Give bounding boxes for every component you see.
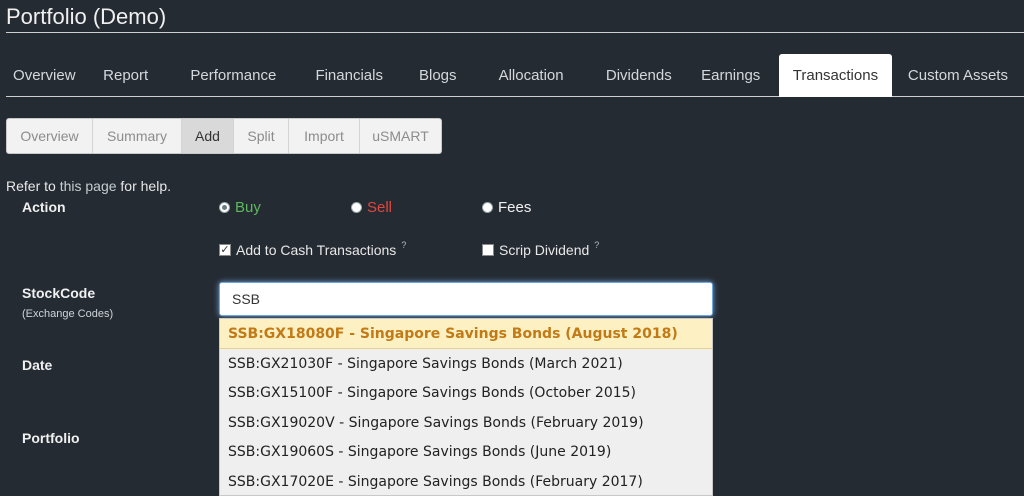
subtab-split[interactable]: Split xyxy=(234,119,289,153)
action-label: Action xyxy=(22,199,66,215)
date-label: Date xyxy=(22,357,53,373)
tab-dividends[interactable]: Dividends xyxy=(587,54,690,96)
scrip-dividend-hint-icon[interactable]: ? xyxy=(594,240,599,250)
tab-performance[interactable]: Performance xyxy=(169,54,298,96)
stockcode-label: StockCode xyxy=(22,285,96,301)
subtab-add[interactable]: Add xyxy=(182,119,234,153)
suggestion-item[interactable]: SSB:GX15100F - Singapore Savings Bonds (… xyxy=(220,379,712,408)
subtab-summary[interactable]: Summary xyxy=(93,119,182,153)
sell-label: Sell xyxy=(367,199,393,216)
scrip-dividend-label: Scrip Dividend xyxy=(499,242,590,258)
tab-transactions[interactable]: Transactions xyxy=(778,54,892,97)
add-to-cash-hint-icon[interactable]: ? xyxy=(401,240,406,250)
scrip-dividend-option[interactable]: Scrip Dividend ? xyxy=(482,240,599,258)
suggestion-item[interactable]: SSB:GX18080F - Singapore Savings Bonds (… xyxy=(220,319,712,350)
tab-earnings[interactable]: Earnings xyxy=(691,54,771,96)
tab-custom-assets[interactable]: Custom Assets xyxy=(892,54,1024,96)
stockcode-suggestions: SSB:GX18080F - Singapore Savings Bonds (… xyxy=(219,318,713,496)
help-prefix: Refer to xyxy=(6,178,60,194)
suggestion-item[interactable]: SSB:GX17020E - Singapore Savings Bonds (… xyxy=(220,467,712,495)
tab-blogs[interactable]: Blogs xyxy=(400,54,475,96)
tab-report[interactable]: Report xyxy=(83,54,169,96)
stockcode-input[interactable] xyxy=(219,282,713,316)
exchange-codes-close: ) xyxy=(109,308,114,320)
exchange-codes-link[interactable]: Exchange Codes xyxy=(26,308,110,320)
fees-label: Fees xyxy=(498,199,532,216)
scrip-dividend-checkbox[interactable] xyxy=(482,244,494,256)
title-divider xyxy=(6,32,1024,33)
suggestion-item[interactable]: SSB:GX21030F - Singapore Savings Bonds (… xyxy=(220,349,712,378)
help-link[interactable]: this page xyxy=(60,178,117,194)
exchange-codes-note: (Exchange Codes) xyxy=(22,308,113,320)
buy-radio-option[interactable]: Buy xyxy=(219,199,261,216)
add-to-cash-option[interactable]: ✓ Add to Cash Transactions ? xyxy=(219,240,406,258)
page-title: Portfolio (Demo) xyxy=(6,4,167,29)
subtab-import[interactable]: Import xyxy=(289,119,360,153)
tab-allocation[interactable]: Allocation xyxy=(475,54,587,96)
subtab-usmart[interactable]: uSMART xyxy=(360,119,441,153)
sub-tab-bar: Overview Summary Add Split Import uSMART xyxy=(6,118,442,154)
suggestion-item[interactable]: SSB:GX19060S - Singapore Savings Bonds (… xyxy=(220,438,712,467)
help-suffix: for help. xyxy=(116,178,172,194)
add-to-cash-label: Add to Cash Transactions xyxy=(236,242,397,258)
add-to-cash-checkbox[interactable]: ✓ xyxy=(219,244,231,256)
subtab-overview[interactable]: Overview xyxy=(7,119,93,153)
fees-radio[interactable] xyxy=(482,202,493,213)
buy-label: Buy xyxy=(235,199,261,216)
portfolio-label: Portfolio xyxy=(22,430,80,446)
fees-radio-option[interactable]: Fees xyxy=(482,199,531,216)
tab-overview[interactable]: Overview xyxy=(6,54,83,96)
sell-radio[interactable] xyxy=(351,202,362,213)
main-tab-bar: Overview Report Performance Financials B… xyxy=(6,54,1024,97)
buy-radio[interactable] xyxy=(219,202,230,213)
tab-financials[interactable]: Financials xyxy=(298,54,400,96)
sell-radio-option[interactable]: Sell xyxy=(351,199,392,216)
suggestion-item[interactable]: SSB:GX19020V - Singapore Savings Bonds (… xyxy=(220,408,712,437)
help-text: Refer to this page for help. xyxy=(6,178,171,194)
